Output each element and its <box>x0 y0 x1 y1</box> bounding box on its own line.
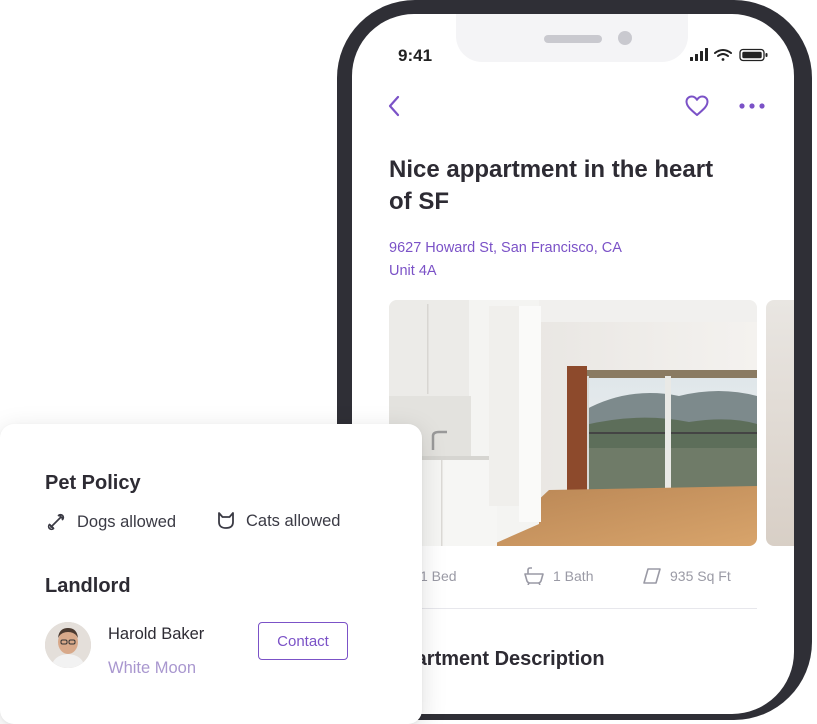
speaker <box>544 35 602 43</box>
pet-item-dogs: Dogs allowed <box>45 511 176 533</box>
feature-label: 1 Bed <box>420 568 457 584</box>
pet-label: Dogs allowed <box>77 512 177 531</box>
back-button[interactable] <box>380 92 408 120</box>
phone-notch <box>456 14 688 62</box>
pet-policy-title: Pet Policy <box>45 472 141 494</box>
listing-features: 1 Bed 1 Bath 935 Sq Ft <box>394 567 792 589</box>
person-avatar-icon <box>45 622 91 668</box>
pet-item-cats: Cats allowed <box>216 511 340 531</box>
apartment-interior-image <box>389 300 757 546</box>
status-icons <box>690 48 772 62</box>
address-line: 9627 Howard St, San Francisco, CA <box>389 240 622 256</box>
status-time: 9:41 <box>398 46 433 65</box>
front-camera <box>618 31 632 45</box>
heart-icon <box>685 95 709 116</box>
landlord-avatar <box>45 622 91 668</box>
listing-photo[interactable] <box>389 300 757 546</box>
feature-baths: 1 Bath <box>523 567 593 585</box>
bone-icon <box>47 513 65 531</box>
details-card: Pet Policy Dogs allowed Cats allowed Lan… <box>0 424 422 724</box>
unit-line: Unit 4A <box>389 263 437 279</box>
landlord-name: Harold Baker <box>108 625 205 643</box>
more-options-button[interactable] <box>736 92 768 120</box>
battery-icon <box>739 48 768 62</box>
feature-label: 1 Bath <box>553 568 594 584</box>
landlord-title: Landlord <box>45 575 131 597</box>
listing-address[interactable]: 9627 Howard St, San Francisco, CA Unit 4… <box>389 237 622 283</box>
next-photo-preview[interactable] <box>766 300 794 546</box>
area-icon <box>643 568 661 584</box>
bath-icon <box>524 567 544 585</box>
feature-label: 935 Sq Ft <box>670 568 731 584</box>
listing-title: Nice appartment in the heart of SF <box>389 156 714 215</box>
feature-area: 935 Sq Ft <box>642 567 731 585</box>
more-dots-icon <box>739 103 765 109</box>
signal-icon <box>690 48 708 61</box>
favorite-button[interactable] <box>682 92 712 120</box>
wifi-icon <box>714 49 732 61</box>
chevron-left-icon <box>388 95 400 117</box>
divider <box>389 608 757 609</box>
contact-button[interactable]: Contact <box>258 622 348 660</box>
pet-label: Cats allowed <box>246 511 341 530</box>
cat-icon <box>218 512 234 529</box>
landlord-company: White Moon <box>108 659 197 677</box>
